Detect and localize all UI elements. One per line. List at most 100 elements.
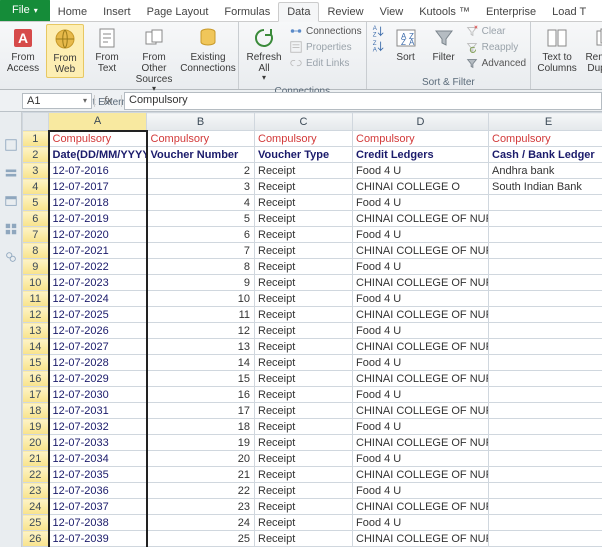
cell[interactable] bbox=[489, 339, 602, 355]
select-all-corner[interactable] bbox=[23, 113, 49, 131]
gutter-icon[interactable] bbox=[4, 222, 18, 236]
cell[interactable] bbox=[489, 195, 602, 211]
cell[interactable]: CHINAI COLLEGE OF NURSING bbox=[353, 403, 489, 419]
cell[interactable]: 12-07-2029 bbox=[49, 371, 147, 387]
fx-icon[interactable]: fx bbox=[94, 95, 122, 107]
cell[interactable]: Food 4 U bbox=[353, 387, 489, 403]
cell[interactable] bbox=[489, 531, 602, 547]
cell[interactable]: Receipt bbox=[255, 371, 353, 387]
cell[interactable]: Receipt bbox=[255, 227, 353, 243]
cell[interactable]: 12-07-2020 bbox=[49, 227, 147, 243]
cell[interactable]: Receipt bbox=[255, 419, 353, 435]
row-header[interactable]: 8 bbox=[23, 243, 49, 259]
cell[interactable]: 12-07-2017 bbox=[49, 179, 147, 195]
cell[interactable]: 19 bbox=[147, 435, 255, 451]
row-header[interactable]: 13 bbox=[23, 323, 49, 339]
formula-input[interactable]: Compulsory bbox=[124, 92, 602, 110]
cell[interactable]: 10 bbox=[147, 291, 255, 307]
cell[interactable]: Receipt bbox=[255, 531, 353, 547]
existing-connections-button[interactable]: Existing Connections bbox=[182, 24, 234, 76]
cell[interactable]: 3 bbox=[147, 179, 255, 195]
cell[interactable]: CHINAI COLLEGE OF NURSING bbox=[353, 307, 489, 323]
cell[interactable]: CHINAI COLLEGE OF NURSING bbox=[353, 275, 489, 291]
cell[interactable] bbox=[489, 419, 602, 435]
name-box[interactable]: A1▾ bbox=[22, 93, 92, 109]
tab-formulas[interactable]: Formulas bbox=[216, 3, 278, 21]
cell[interactable] bbox=[489, 307, 602, 323]
cell[interactable]: 12-07-2019 bbox=[49, 211, 147, 227]
cell[interactable]: 12-07-2033 bbox=[49, 435, 147, 451]
row-header[interactable]: 24 bbox=[23, 499, 49, 515]
cell[interactable]: CHINAI COLLEGE OF NURSING bbox=[353, 499, 489, 515]
row-header[interactable]: 4 bbox=[23, 179, 49, 195]
cell[interactable]: 9 bbox=[147, 275, 255, 291]
cell[interactable]: South Indian Bank bbox=[489, 179, 602, 195]
tab-kutools[interactable]: Kutools ™ bbox=[411, 3, 478, 21]
cell[interactable] bbox=[489, 227, 602, 243]
cell[interactable]: Food 4 U bbox=[353, 355, 489, 371]
cell[interactable]: CHINAI COLLEGE OF NURSING bbox=[353, 339, 489, 355]
cell[interactable]: Food 4 U bbox=[353, 419, 489, 435]
cell[interactable]: CHINAI COLLEGE OF NURSING bbox=[353, 371, 489, 387]
cell[interactable]: 12-07-2037 bbox=[49, 499, 147, 515]
refresh-all-button[interactable]: Refresh All▾ bbox=[243, 24, 285, 85]
gutter-icon[interactable] bbox=[4, 166, 18, 180]
row-header[interactable]: 12 bbox=[23, 307, 49, 323]
cell[interactable]: 12-07-2035 bbox=[49, 467, 147, 483]
row-header[interactable]: 19 bbox=[23, 419, 49, 435]
cell[interactable]: 24 bbox=[147, 515, 255, 531]
tab-view[interactable]: View bbox=[372, 3, 412, 21]
cell[interactable]: Receipt bbox=[255, 387, 353, 403]
cell[interactable]: 12-07-2034 bbox=[49, 451, 147, 467]
cell[interactable]: Food 4 U bbox=[353, 163, 489, 179]
from-other-sources-button[interactable]: From Other Sources▾ bbox=[130, 24, 178, 96]
cell[interactable]: 7 bbox=[147, 243, 255, 259]
cell[interactable]: Food 4 U bbox=[353, 259, 489, 275]
cell[interactable]: Compulsory bbox=[147, 131, 255, 147]
cell[interactable]: Receipt bbox=[255, 243, 353, 259]
cell[interactable]: Food 4 U bbox=[353, 483, 489, 499]
gutter-icon[interactable] bbox=[4, 138, 18, 152]
row-header[interactable]: 10 bbox=[23, 275, 49, 291]
cell[interactable]: Credit Ledgers bbox=[353, 147, 489, 163]
cell[interactable]: 12-07-2022 bbox=[49, 259, 147, 275]
from-web-button[interactable]: From Web bbox=[46, 24, 84, 78]
properties-button[interactable]: Properties bbox=[289, 40, 362, 54]
cell[interactable]: Date(DD/MM/YYYY) bbox=[49, 147, 147, 163]
cell[interactable]: 12-07-2027 bbox=[49, 339, 147, 355]
cell[interactable]: Receipt bbox=[255, 307, 353, 323]
cell[interactable] bbox=[489, 515, 602, 531]
col-header-E[interactable]: E bbox=[489, 113, 602, 131]
cell[interactable]: Food 4 U bbox=[353, 515, 489, 531]
cell[interactable]: Receipt bbox=[255, 515, 353, 531]
cell[interactable]: 14 bbox=[147, 355, 255, 371]
cell[interactable] bbox=[489, 451, 602, 467]
row-header[interactable]: 9 bbox=[23, 259, 49, 275]
cell[interactable]: CHINAI COLLEGE OF NURSING bbox=[353, 211, 489, 227]
cell[interactable] bbox=[489, 291, 602, 307]
cell[interactable]: Andhra bank bbox=[489, 163, 602, 179]
edit-links-button[interactable]: Edit Links bbox=[289, 56, 362, 70]
cell[interactable]: 12-07-2036 bbox=[49, 483, 147, 499]
reapply-button[interactable]: Reapply bbox=[465, 40, 526, 54]
tab-load-test[interactable]: Load T bbox=[544, 3, 594, 21]
tab-page-layout[interactable]: Page Layout bbox=[139, 3, 217, 21]
cell[interactable]: 12-07-2025 bbox=[49, 307, 147, 323]
cell[interactable] bbox=[489, 371, 602, 387]
cell[interactable] bbox=[489, 387, 602, 403]
cell[interactable]: Receipt bbox=[255, 483, 353, 499]
tab-insert[interactable]: Insert bbox=[95, 3, 139, 21]
cell[interactable]: Receipt bbox=[255, 451, 353, 467]
cell[interactable]: 6 bbox=[147, 227, 255, 243]
cell[interactable]: CHINAI COLLEGE OF NURSING bbox=[353, 531, 489, 547]
cell[interactable]: 12-07-2038 bbox=[49, 515, 147, 531]
row-header[interactable]: 16 bbox=[23, 371, 49, 387]
from-text-button[interactable]: From Text bbox=[88, 24, 126, 76]
cell[interactable] bbox=[489, 355, 602, 371]
cell[interactable]: 21 bbox=[147, 467, 255, 483]
clear-button[interactable]: Clear bbox=[465, 24, 526, 38]
sort-button[interactable]: AZZASort bbox=[389, 24, 423, 65]
cell[interactable] bbox=[489, 259, 602, 275]
cell[interactable]: Compulsory bbox=[353, 131, 489, 147]
cell[interactable]: Receipt bbox=[255, 291, 353, 307]
